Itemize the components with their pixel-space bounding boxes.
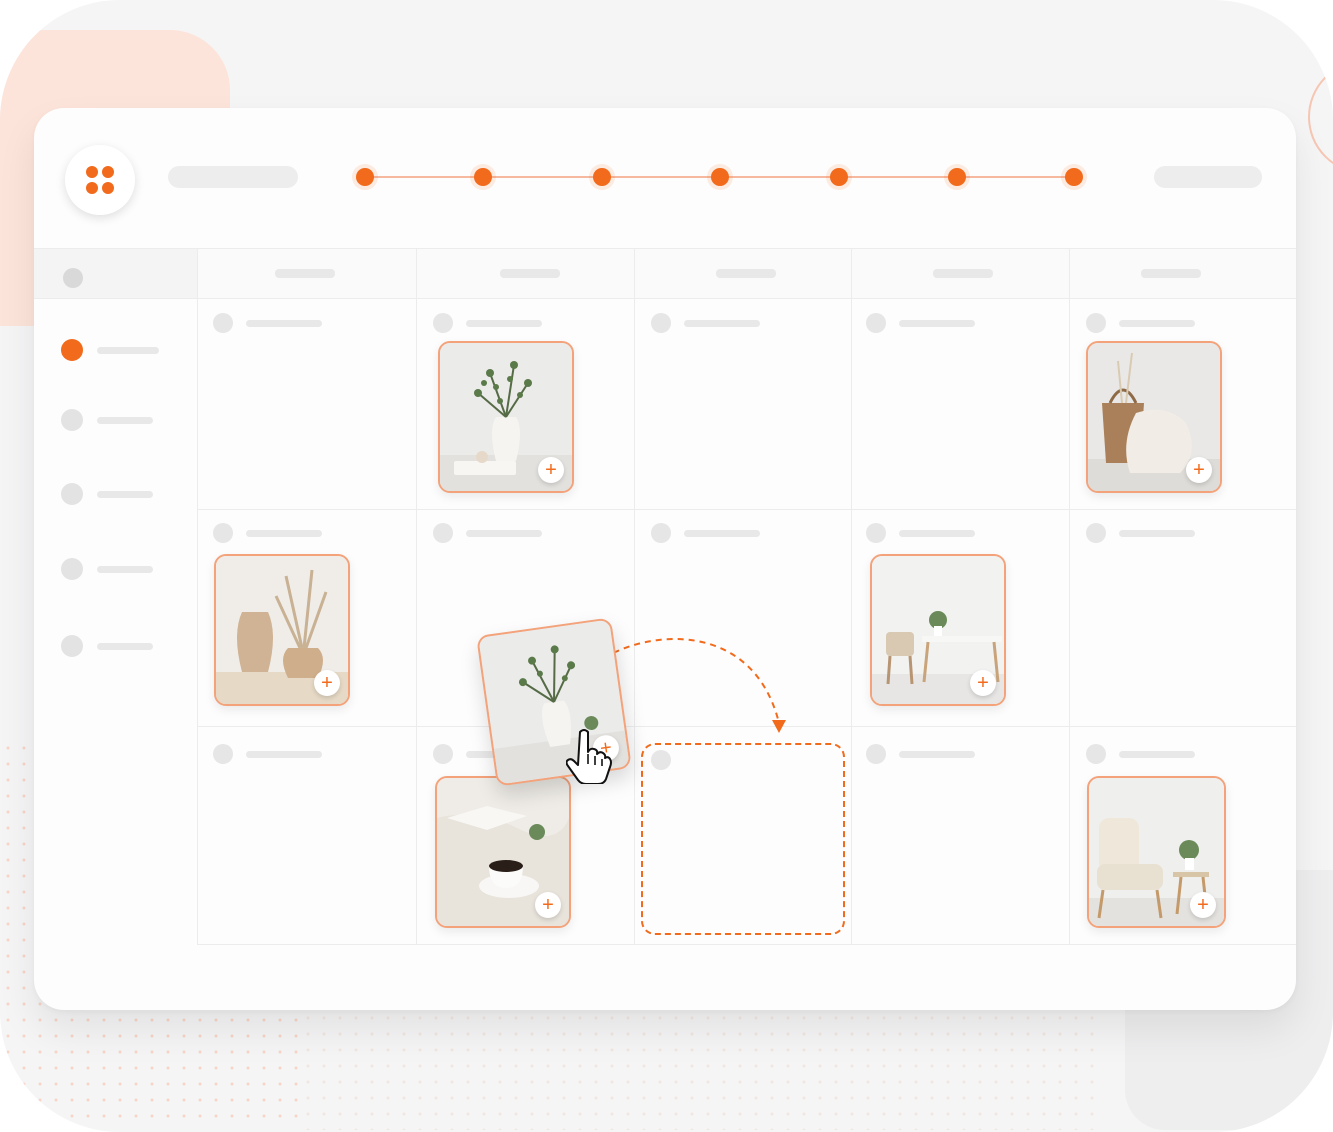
decor-ring [1308, 60, 1333, 174]
title-placeholder [168, 166, 298, 188]
grid-dots-icon[interactable] [65, 145, 135, 215]
timeline-step[interactable] [1065, 168, 1083, 186]
cell-day-label [1119, 751, 1195, 758]
timeline-step[interactable] [474, 168, 492, 186]
cell-day-dot [866, 313, 886, 333]
cell-day-dot [651, 750, 671, 770]
sidebar-item-label[interactable] [97, 417, 153, 424]
add-image-button[interactable]: + [538, 457, 564, 483]
grid-line [1069, 248, 1070, 945]
basket-blanket-image[interactable]: + [1086, 341, 1222, 493]
cell-day-label [246, 530, 322, 537]
sidebar-item-dot[interactable] [61, 558, 83, 580]
grid-line [416, 248, 417, 945]
cell-day-dot [651, 523, 671, 543]
hand-pointer-icon [566, 729, 612, 784]
background-frame: + + + + + + + [0, 0, 1333, 1132]
cell-day-dot [433, 523, 453, 543]
column-header [500, 269, 560, 278]
desk-chair-image[interactable]: + [870, 554, 1006, 706]
sidebar-item-dot[interactable] [61, 409, 83, 431]
cell-day-label [684, 320, 760, 327]
timeline-step[interactable] [711, 168, 729, 186]
armchair-plant-image[interactable]: + [1087, 776, 1226, 928]
cell-day-label [684, 530, 760, 537]
cell-day-label [899, 530, 975, 537]
cell-day-label [246, 751, 322, 758]
sidebar-item-dot[interactable] [61, 635, 83, 657]
coffee-book-image[interactable]: + [435, 776, 571, 928]
cell-day-dot [866, 744, 886, 764]
grid-line [634, 248, 635, 945]
cell-day-label [1119, 320, 1195, 327]
sidebar-item-label[interactable] [97, 643, 153, 650]
cell-day-dot [651, 313, 671, 333]
cell-day-label [899, 751, 975, 758]
column-header [275, 269, 335, 278]
cell-day-dot [213, 313, 233, 333]
sidebar-header [34, 248, 197, 298]
sidebar-header-dot [63, 268, 83, 288]
add-image-button[interactable]: + [1186, 457, 1212, 483]
cell-day-dot [213, 523, 233, 543]
action-placeholder[interactable] [1154, 166, 1262, 188]
grid-line [197, 509, 1296, 510]
grid-line [851, 248, 852, 945]
cell-day-label [466, 530, 542, 537]
sidebar-item-dot[interactable] [61, 483, 83, 505]
cell-day-label [466, 320, 542, 327]
column-header [933, 269, 993, 278]
drop-target-zone[interactable] [641, 743, 845, 935]
pampas-vases-image[interactable]: + [214, 554, 350, 706]
grid-line [197, 944, 1296, 945]
sidebar-item-label[interactable] [97, 491, 153, 498]
timeline-step[interactable] [830, 168, 848, 186]
timeline-step[interactable] [593, 168, 611, 186]
vase-eucalyptus-image[interactable]: + [438, 341, 574, 493]
column-header [716, 269, 776, 278]
sidebar-item-label[interactable] [97, 566, 153, 573]
cell-day-label [899, 320, 975, 327]
cell-day-label [1119, 530, 1195, 537]
add-image-button[interactable]: + [314, 670, 340, 696]
cell-day-dot [1086, 523, 1106, 543]
add-image-button[interactable]: + [535, 892, 561, 918]
cell-day-dot [213, 744, 233, 764]
cell-day-dot [1086, 744, 1106, 764]
grid-line [34, 248, 1296, 249]
cell-day-dot [1086, 313, 1106, 333]
cell-day-dot [866, 523, 886, 543]
timeline-step[interactable] [356, 168, 374, 186]
planner-window: + + + + + + + [34, 108, 1296, 1010]
grid-line [34, 298, 1296, 299]
column-header [1141, 269, 1201, 278]
cell-day-dot [433, 744, 453, 764]
grid-line [197, 248, 198, 945]
add-image-button[interactable]: + [1190, 892, 1216, 918]
sidebar-item-dot[interactable] [61, 339, 83, 361]
decor-dot-pattern-bottom [300, 1010, 1100, 1130]
timeline-step[interactable] [948, 168, 966, 186]
cell-day-label [246, 320, 322, 327]
sidebar-item-label[interactable] [97, 347, 159, 354]
add-image-button[interactable]: + [970, 670, 996, 696]
cell-day-dot [433, 313, 453, 333]
